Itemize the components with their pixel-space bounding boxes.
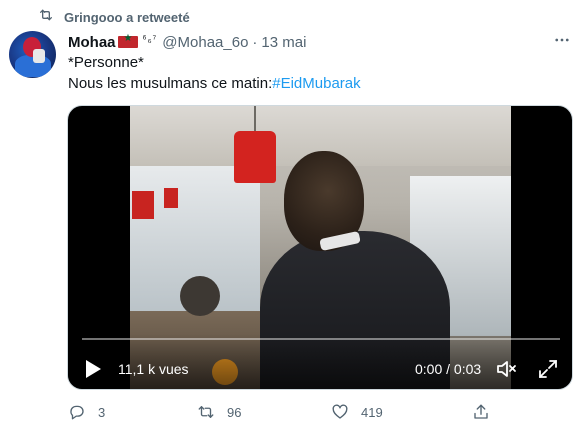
play-button[interactable] <box>82 358 104 380</box>
video-progress-bar[interactable] <box>82 338 560 340</box>
retweet-button[interactable]: 96 <box>197 401 241 423</box>
retweet-context[interactable]: Gringooo a retweeté <box>38 8 190 26</box>
morocco-flag-icon <box>117 33 138 48</box>
tweet-header: Mohaa ⁶₆⁷ @Mohaa_6o · 13 mai <box>68 32 306 52</box>
like-button[interactable]: 419 <box>331 401 383 423</box>
tweet-text-line2: Nous les musulmans ce matin:#EidMubarak <box>68 75 361 92</box>
hashtag-link[interactable]: #EidMubarak <box>272 75 360 92</box>
reply-count: 3 <box>98 404 106 420</box>
more-icon <box>555 38 569 42</box>
avatar[interactable] <box>9 31 56 78</box>
tweet-actions: 3 96 419 <box>0 401 579 423</box>
author-badge: ⁶₆⁷ <box>142 33 158 45</box>
separator: · <box>252 33 258 51</box>
reply-icon <box>70 405 84 420</box>
like-icon <box>332 404 348 419</box>
video-player[interactable]: 11,1 k vues 0:00 / 0:03 <box>67 105 573 390</box>
fullscreen-icon <box>539 360 557 378</box>
reply-button[interactable]: 3 <box>68 401 105 423</box>
video-time: 0:00 / 0:03 <box>415 361 482 377</box>
play-icon <box>86 360 101 378</box>
retweet-icon <box>198 406 214 418</box>
share-icon <box>474 404 488 419</box>
tweet-text-body: Nous les musulmans ce matin: <box>68 75 273 92</box>
author-handle[interactable]: @Mohaa_6o <box>162 34 248 51</box>
view-count: 11,1 k vues <box>118 361 189 377</box>
volume-button[interactable] <box>494 357 518 381</box>
retweet-label[interactable]: Gringooo a retweeté <box>64 10 190 25</box>
retweet-count: 96 <box>227 404 242 420</box>
retweet-icon <box>38 7 54 28</box>
share-button[interactable] <box>472 401 490 423</box>
like-count: 419 <box>361 404 383 420</box>
tweet-date[interactable]: 13 mai <box>261 34 306 51</box>
tweet-text-line1: *Personne* <box>68 54 144 71</box>
volume-icon <box>497 361 516 377</box>
more-options-button[interactable] <box>552 30 572 50</box>
fullscreen-button[interactable] <box>536 357 560 381</box>
author-name[interactable]: Mohaa <box>68 34 116 51</box>
